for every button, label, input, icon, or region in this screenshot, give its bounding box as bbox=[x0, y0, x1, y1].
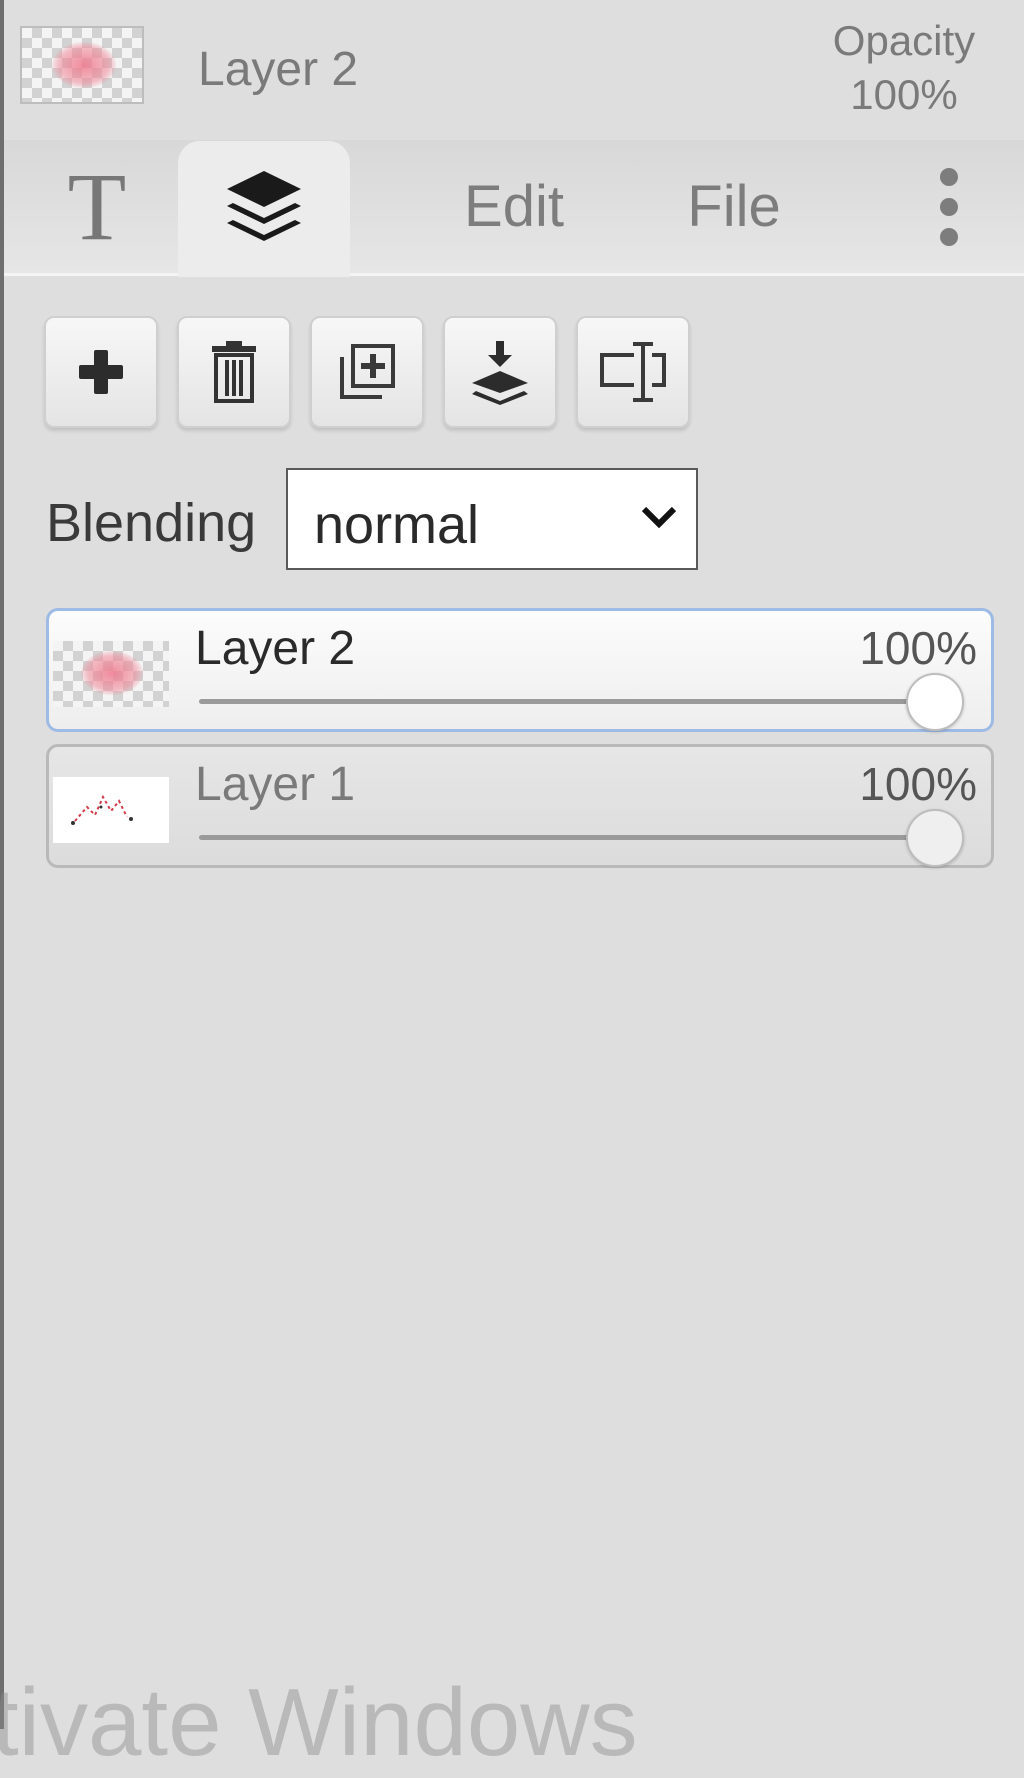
thumbnail-blob bbox=[81, 651, 143, 695]
layer-opacity-slider-handle[interactable] bbox=[906, 809, 964, 867]
layer-row-layer-1[interactable]: Layer 1 100% bbox=[46, 744, 994, 868]
layer-name: Layer 1 bbox=[195, 758, 356, 811]
tab-bar: T Edit File bbox=[4, 140, 1024, 277]
layers-panel: Layer 2 Opacity 100% T Edit File Blendin… bbox=[0, 0, 1024, 1776]
sketch-thumbnail-art bbox=[71, 794, 133, 825]
more-vertical-icon bbox=[940, 167, 958, 246]
tab-edit-label: Edit bbox=[464, 174, 564, 239]
merge-down-icon bbox=[472, 341, 528, 405]
opacity-label: Opacity bbox=[832, 17, 976, 64]
layer-opacity-slider-handle[interactable] bbox=[906, 673, 964, 731]
delete-layer-button[interactable] bbox=[177, 316, 291, 428]
layer-opacity-value: 100% bbox=[859, 622, 977, 674]
layer-opacity-slider[interactable] bbox=[199, 835, 935, 840]
more-menu-button[interactable] bbox=[914, 140, 984, 273]
rename-layer-button[interactable] bbox=[576, 316, 690, 428]
opacity-value: 100% bbox=[850, 71, 958, 118]
layer-opacity-slider[interactable] bbox=[199, 699, 935, 704]
current-layer-header: Layer 2 Opacity 100% bbox=[4, 0, 1024, 140]
activate-windows-watermark: tivate Windows bbox=[0, 1669, 638, 1776]
opacity-readout: Opacity 100% bbox=[814, 14, 994, 122]
tab-layers[interactable] bbox=[178, 141, 350, 277]
tab-file-label: File bbox=[687, 174, 781, 239]
rename-icon bbox=[600, 342, 666, 402]
blending-label: Blending bbox=[46, 493, 257, 553]
text-icon: T bbox=[67, 153, 127, 260]
tab-file[interactable]: File bbox=[664, 140, 804, 273]
merge-down-button[interactable] bbox=[443, 316, 557, 428]
layer-thumbnail bbox=[53, 641, 169, 707]
tab-edit[interactable]: Edit bbox=[414, 140, 614, 273]
layer-row-layer-2[interactable]: Layer 2 100% bbox=[46, 608, 994, 732]
plus-icon bbox=[79, 350, 123, 394]
trash-icon bbox=[212, 341, 256, 403]
add-layer-button[interactable] bbox=[44, 316, 158, 428]
tab-text[interactable]: T bbox=[44, 140, 150, 273]
current-layer-name: Layer 2 bbox=[198, 43, 359, 96]
layer-name: Layer 2 bbox=[195, 622, 356, 675]
blending-mode-select[interactable]: normal bbox=[286, 468, 698, 570]
duplicate-icon bbox=[340, 344, 395, 399]
chevron-down-icon bbox=[641, 506, 677, 529]
current-layer-thumbnail bbox=[20, 26, 144, 104]
layer-thumbnail bbox=[53, 777, 169, 843]
duplicate-layer-button[interactable] bbox=[310, 316, 424, 428]
thumbnail-blob bbox=[52, 42, 116, 88]
blending-mode-value: normal bbox=[314, 495, 480, 555]
layers-icon bbox=[223, 167, 305, 252]
layer-opacity-value: 100% bbox=[859, 758, 977, 810]
